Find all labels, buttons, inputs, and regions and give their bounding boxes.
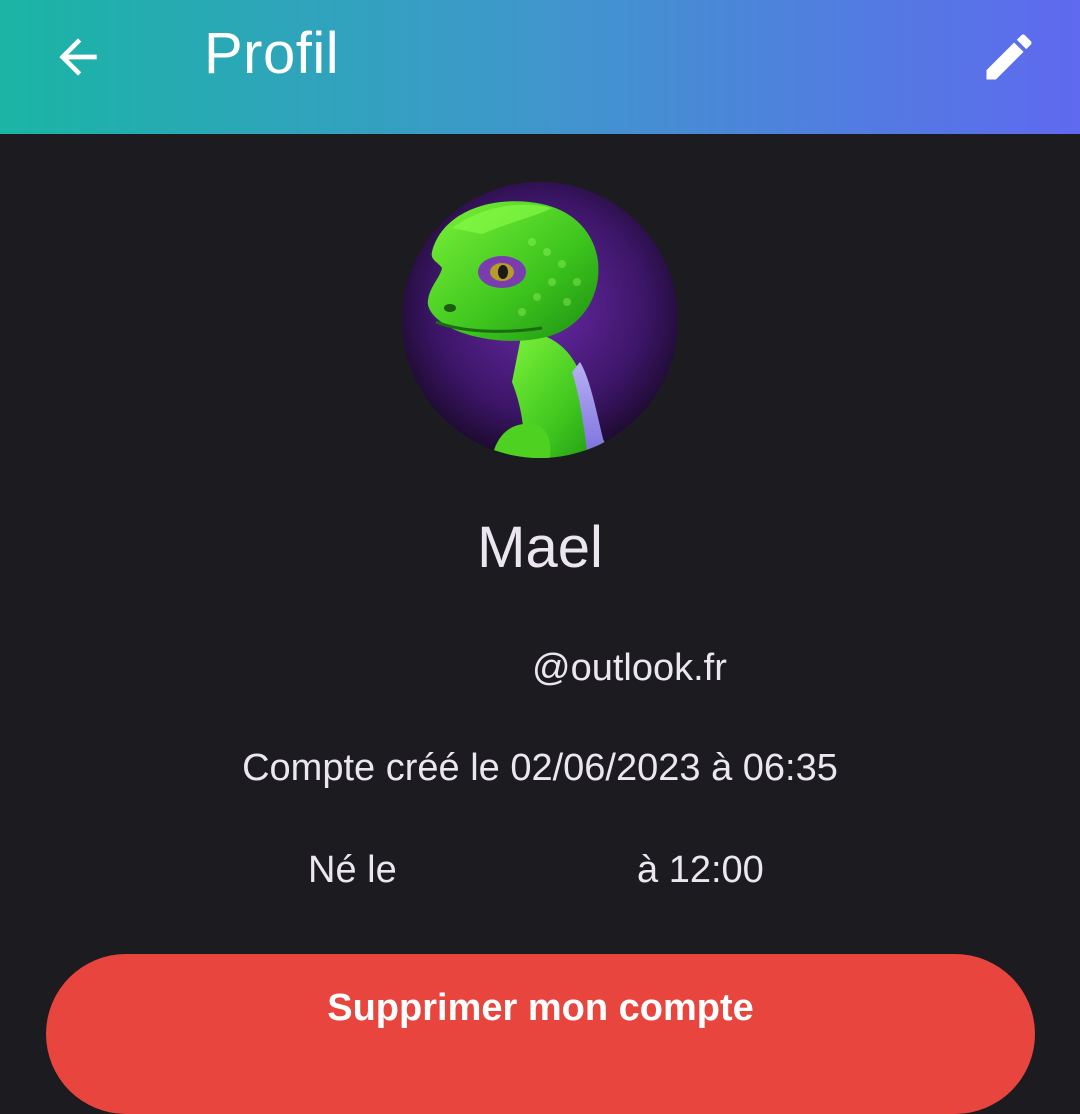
profile-name: Mael [477, 515, 603, 580]
page-title: Profil [204, 21, 340, 86]
profile-email: @outlook.fr [532, 647, 727, 689]
delete-account-label: Supprimer mon compte [327, 987, 754, 1029]
birth-date-label: Né le [308, 849, 397, 891]
delete-account-button[interactable]: Supprimer mon compte [46, 954, 1035, 1114]
green-lizard-avatar [402, 182, 678, 458]
arrow-back-icon [59, 38, 97, 76]
account-created-date: Compte créé le 02/06/2023 à 06:35 [242, 747, 838, 789]
edit-profile-button[interactable] [966, 14, 1052, 100]
avatar[interactable] [402, 182, 678, 458]
birth-time: à 12:00 [637, 849, 764, 891]
back-button[interactable] [36, 15, 120, 99]
pencil-edit-icon [986, 34, 1032, 80]
app-bar: Profil [0, 0, 1080, 134]
